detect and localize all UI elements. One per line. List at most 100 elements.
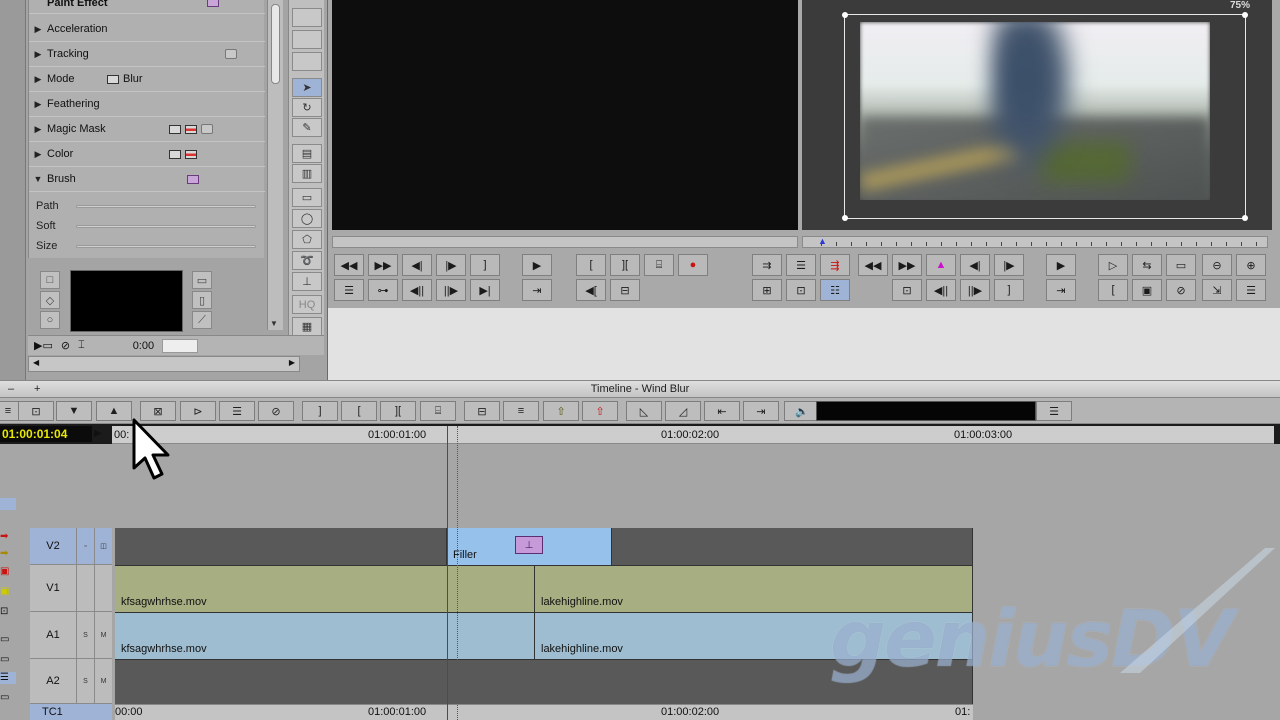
scroll-down-icon[interactable]: ▼: [270, 319, 278, 328]
disable-icon[interactable]: ⊘: [1166, 279, 1196, 301]
track-header-a2[interactable]: A2 S M: [30, 659, 112, 704]
add-keyframe-icon[interactable]: ▲: [926, 254, 956, 276]
param-feathering[interactable]: ▶ Feathering: [29, 92, 265, 117]
slider-track[interactable]: [76, 244, 256, 248]
timeline-ruler[interactable]: 00: 01:00:01:00 01:00:02:00 01:00:03:00: [112, 426, 1274, 444]
v2-empty-segment[interactable]: [115, 528, 447, 565]
track-solo-icon[interactable]: S: [76, 659, 94, 703]
mark-in-icon[interactable]: [: [341, 401, 377, 421]
param-paint-effect[interactable]: Paint Effect: [29, 0, 265, 14]
disable-icon[interactable]: ⊘: [258, 401, 294, 421]
tracking-toggle[interactable]: [225, 49, 237, 59]
audio-icon[interactable]: 🔈: [784, 401, 820, 421]
brush-soft-slider[interactable]: Soft: [36, 216, 256, 236]
record-position-bar[interactable]: [802, 236, 1268, 248]
play-forward-icon[interactable]: ||▶: [436, 279, 466, 301]
go-to-end-icon[interactable]: ⇥: [1046, 279, 1076, 301]
play-forward-icon[interactable]: ||▶: [960, 279, 990, 301]
minimize-icon[interactable]: –: [8, 381, 14, 397]
zoom-out-icon[interactable]: ⊖: [1202, 254, 1232, 276]
up-arrow-icon[interactable]: ▲: [96, 401, 132, 421]
magic-mask-toggle[interactable]: [201, 124, 213, 134]
down-arrow-icon[interactable]: ▼: [56, 401, 92, 421]
play-icon[interactable]: ▶: [1046, 254, 1076, 276]
color-value-swatch[interactable]: [185, 149, 197, 159]
clear-marks-icon[interactable]: ⌸: [644, 254, 674, 276]
fast-forward-icon[interactable]: ▶▶: [892, 254, 922, 276]
source-monitor[interactable]: [332, 0, 798, 230]
slip-left-icon[interactable]: ⇤: [704, 401, 740, 421]
grid-icon[interactable]: ▦: [292, 317, 322, 336]
slider-track[interactable]: [76, 224, 256, 228]
bbox-handle-bottom-left[interactable]: [842, 215, 848, 221]
track-monitor-icon[interactable]: ▫: [76, 528, 94, 564]
expand-triangle-icon[interactable]: ▶: [29, 49, 47, 60]
expand-triangle-icon[interactable]: ▶: [29, 74, 47, 85]
bbox-handle-top-left[interactable]: [842, 12, 848, 18]
play-icon[interactable]: ▶: [522, 254, 552, 276]
expand-triangle-icon[interactable]: ▶: [29, 24, 47, 35]
param-magic-mask[interactable]: ▶ Magic Mask: [29, 117, 265, 142]
splice-icon[interactable]: ≡: [503, 401, 539, 421]
effect-editor-hscroll[interactable]: ◀ ▶: [28, 356, 300, 372]
expand-triangle-icon[interactable]: ▶: [29, 149, 47, 160]
extract-up-icon[interactable]: ⇧: [582, 401, 618, 421]
render-icon[interactable]: ▣: [1132, 279, 1162, 301]
param-tracking[interactable]: ▶ Tracking: [29, 42, 265, 67]
effect-editor-scrollbar[interactable]: ▼: [267, 0, 283, 330]
brush-size-slider[interactable]: Size: [36, 236, 256, 256]
trim-left-icon[interactable]: ◺: [626, 401, 662, 421]
track-icon-3[interactable]: ☰: [0, 672, 16, 684]
mark-out-icon[interactable]: ]: [302, 401, 338, 421]
clear-marks-icon[interactable]: ⌸: [420, 401, 456, 421]
track-lock-icon[interactable]: [94, 565, 112, 611]
effect-mode-icon[interactable]: ☷: [820, 279, 850, 301]
expand-triangle-icon[interactable]: ▶: [29, 124, 47, 135]
track-icon-2[interactable]: ▭: [0, 654, 16, 666]
param-brush[interactable]: ▼ Brush: [29, 167, 265, 192]
track-mute-icon[interactable]: M: [94, 659, 112, 703]
tool-blank-3[interactable]: [292, 52, 322, 71]
bbox-handle-bottom-right[interactable]: [1242, 215, 1248, 221]
bbox-handle-top-right[interactable]: [1242, 12, 1248, 18]
track-header-v2[interactable]: V2 ▫ ◫: [30, 528, 112, 565]
freehand-tool-icon[interactable]: ➰: [292, 251, 322, 270]
patch-icon[interactable]: ⊡: [0, 606, 16, 618]
yellow-arrow-icon[interactable]: ➡: [0, 548, 16, 560]
brush-circle-shape[interactable]: ○: [40, 311, 60, 329]
trim-right-icon[interactable]: ◿: [665, 401, 701, 421]
menu-icon[interactable]: ☰: [334, 279, 364, 301]
go-to-in-icon[interactable]: ◀[: [576, 279, 606, 301]
brush-diamond-shape[interactable]: ◇: [40, 291, 60, 309]
track-header-tc1[interactable]: TC1: [30, 704, 112, 720]
slip-right-icon[interactable]: ⇥: [743, 401, 779, 421]
magic-mask-color[interactable]: [185, 124, 197, 134]
mark-in-icon[interactable]: [: [576, 254, 606, 276]
scroll-right-icon[interactable]: ▶: [289, 358, 295, 367]
fast-forward-icon[interactable]: ▶▶: [368, 254, 398, 276]
red-clip-icon[interactable]: ▣: [0, 566, 16, 578]
a1-clip-1[interactable]: kfsagwhrhse.mov: [115, 612, 535, 659]
track-icon-4[interactable]: ▭: [0, 692, 16, 704]
filler-clip[interactable]: Filler ⊥: [447, 528, 612, 565]
red-arrow-icon[interactable]: ➡: [0, 531, 16, 543]
effect-bounding-box[interactable]: [842, 12, 1248, 221]
timecode-play-icon[interactable]: ▶: [94, 428, 102, 439]
brush-square-shape[interactable]: □: [40, 271, 60, 289]
overwrite-icon[interactable]: ⊟: [464, 401, 500, 421]
param-color[interactable]: ▶ Color: [29, 142, 265, 167]
mode-menu-icon[interactable]: [107, 74, 119, 84]
footer-field[interactable]: [162, 338, 199, 353]
link-icon[interactable]: ⊶: [368, 279, 398, 301]
track-icon-1[interactable]: ▭: [0, 634, 16, 646]
brush-path-slider[interactable]: Path: [36, 196, 256, 216]
overwrite-red-icon[interactable]: ⇶: [820, 254, 850, 276]
color-swatch[interactable]: [169, 149, 181, 159]
timeline-playhead[interactable]: [447, 426, 448, 720]
selection-arrow-icon[interactable]: ➤: [292, 78, 322, 97]
tool-blank-1[interactable]: [292, 8, 322, 27]
step-back-icon[interactable]: ◀|: [402, 254, 432, 276]
slider-track[interactable]: [76, 204, 256, 208]
expand-triangle-icon[interactable]: ▶: [29, 99, 47, 110]
text-cursor-icon[interactable]: ⌶: [78, 339, 85, 352]
